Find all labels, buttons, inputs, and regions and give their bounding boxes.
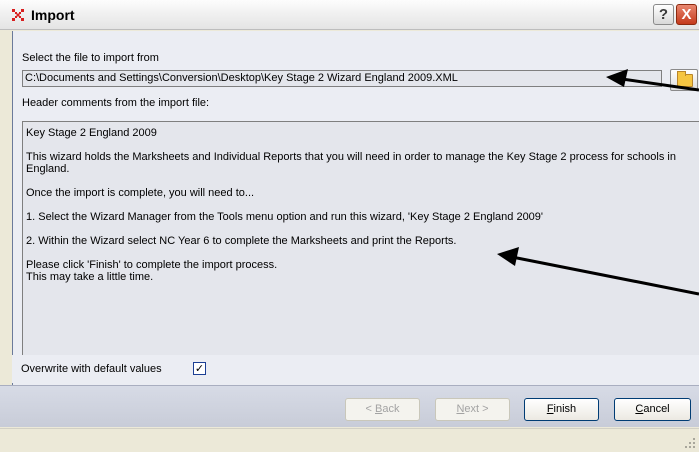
overwrite-checkbox[interactable]: ✓ — [193, 362, 206, 375]
back-prefix: < — [365, 403, 375, 415]
cancel-label: ancel — [643, 403, 670, 415]
file-path-input[interactable]: C:\Documents and Settings\Conversion\Des… — [22, 70, 662, 87]
comment-line: This may take a little time. — [26, 271, 154, 283]
comments-textarea[interactable]: Key Stage 2 England 2009 This wizard hol… — [22, 121, 699, 382]
title-bar[interactable]: Import ? X — [0, 0, 699, 30]
app-icon — [12, 9, 24, 21]
comment-line: Once the import is complete, you will ne… — [26, 187, 255, 199]
comments-label: Header comments from the import file: — [22, 97, 210, 109]
comment-line: Please click 'Finish' to complete the im… — [26, 259, 278, 271]
window-title: Import — [31, 7, 75, 23]
status-bar — [0, 428, 699, 452]
comment-line: 2. Within the Wizard select NC Year 6 to… — [26, 235, 457, 247]
comment-line: Key Stage 2 England 2009 — [26, 127, 157, 139]
finish-button[interactable]: Finish — [524, 398, 599, 421]
overwrite-label: Overwrite with default values — [21, 363, 162, 375]
file-label: Select the file to import from — [22, 52, 159, 64]
overwrite-row: Overwrite with default values ✓ — [12, 355, 699, 383]
close-button[interactable]: X — [676, 4, 697, 25]
comment-line: 1. Select the Wizard Manager from the To… — [26, 211, 544, 223]
next-label: ext > — [464, 403, 489, 415]
browse-button[interactable] — [670, 69, 698, 91]
folder-icon — [677, 71, 693, 87]
comment-line: This wizard holds the Marksheets and Ind… — [26, 151, 676, 175]
import-dialog: Import ? X Select the file to import fro… — [0, 0, 699, 452]
dialog-body: Select the file to import from C:\Docume… — [12, 31, 699, 385]
button-bar: < Back Next > Finish Cancel — [0, 385, 699, 427]
cancel-button[interactable]: Cancel — [614, 398, 691, 421]
resize-grip-icon[interactable] — [684, 437, 696, 449]
back-label: ack — [382, 403, 400, 415]
next-button[interactable]: Next > — [435, 398, 510, 421]
help-button[interactable]: ? — [653, 4, 674, 25]
finish-label: inish — [553, 403, 577, 415]
back-button[interactable]: < Back — [345, 398, 420, 421]
finish-mnemonic: F — [546, 403, 554, 415]
